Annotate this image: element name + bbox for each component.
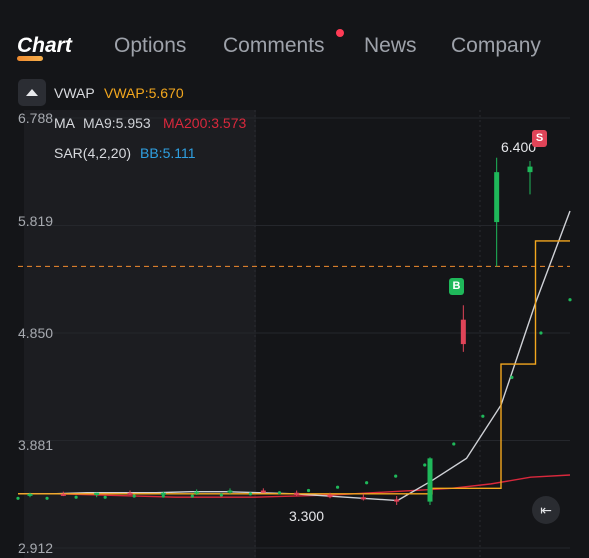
y-tick-label: 3.881 [18,437,54,453]
sar-dot [277,491,282,495]
sar-dot [16,496,20,500]
candle-body [360,497,366,500]
sar-dot [481,414,485,418]
ma9-value: MA9:5.953 [83,115,151,131]
vwap-value: VWAP:5.670 [104,85,184,101]
candle-body [260,490,266,493]
candle-body [427,458,433,502]
sar-dot [132,494,136,498]
sar-dot [510,375,514,379]
candle-body [494,172,500,223]
sar-dot [248,492,253,496]
sell-marker[interactable]: S [532,130,547,147]
candle-body [160,492,166,495]
candle-body [127,492,133,495]
sar-dot [539,331,543,335]
sar-dot [103,495,107,499]
high-price-label: 6.400 [501,139,537,155]
low-price-label: 3.300 [289,508,325,524]
return-arrow-icon[interactable]: ⇤ [532,496,560,524]
y-tick-label: 2.912 [18,540,54,556]
sar-name: SAR(4,2,20) [54,145,132,161]
sar-dot [452,442,456,446]
y-tick-label: 6.788 [18,110,54,126]
sar-dot [190,494,194,498]
vwap-name: VWAP [54,85,95,101]
candle-body [227,490,233,493]
sar-dot [335,485,340,489]
candle-body [327,494,333,498]
candle-body [94,492,100,495]
sar-dot [394,474,398,478]
candle-body [294,492,300,495]
caret-up-icon [26,89,38,96]
candle-body [27,493,33,496]
price-chart[interactable] [0,0,589,558]
ma200-value: MA200:3.573 [163,115,247,131]
candle-body [194,491,200,494]
sar-dot [219,493,223,497]
sar-dot [45,496,49,500]
sar-dot [423,463,427,467]
indicator-toggle-button[interactable] [18,79,46,106]
sar-dot [568,298,572,302]
ma-name: MA [54,115,75,131]
buy-marker[interactable]: B [449,278,464,295]
sar-dot [74,495,78,499]
candle-body [460,319,466,345]
bb-value: BB:5.111 [140,145,196,161]
sar-dot [365,481,369,485]
highlight-region [24,110,256,558]
candle-body [394,499,400,502]
candle-body [527,166,533,173]
y-tick-label: 4.850 [18,325,54,341]
y-tick-label: 5.819 [18,213,54,229]
candle-body [60,493,66,496]
sar-dot [306,488,311,493]
